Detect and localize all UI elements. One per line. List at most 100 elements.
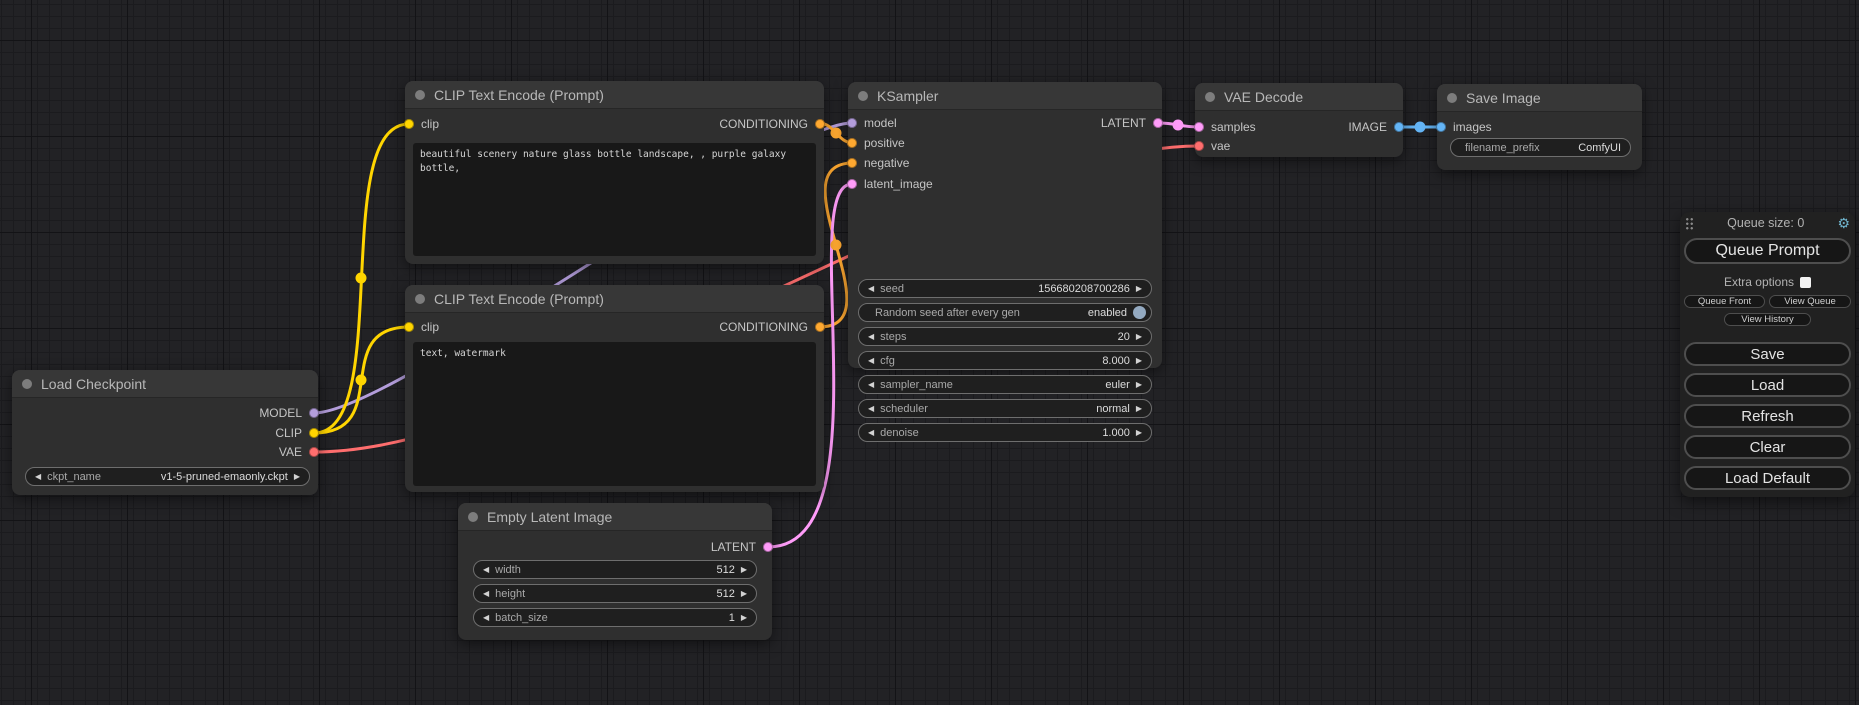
load-button[interactable]: Load xyxy=(1684,373,1851,397)
vae-input-port[interactable] xyxy=(1194,141,1204,151)
toggle-knob-icon[interactable] xyxy=(1133,306,1146,319)
collapse-dot-icon[interactable] xyxy=(415,90,425,100)
increment-arrow-icon[interactable]: ▶ xyxy=(741,566,747,574)
refresh-button[interactable]: Refresh xyxy=(1684,404,1851,428)
decrement-arrow-icon[interactable]: ◀ xyxy=(868,333,874,341)
collapse-dot-icon[interactable] xyxy=(1205,92,1215,102)
node-vae-decode[interactable]: VAE Decode samples vae IMAGE xyxy=(1195,83,1403,157)
widget-value: 8.000 xyxy=(1102,355,1130,367)
slot-label: vae xyxy=(1211,139,1230,153)
decrement-arrow-icon[interactable]: ◀ xyxy=(483,590,489,598)
output-slot-image: IMAGE xyxy=(1348,119,1404,135)
input-slot-latent-image: latent_image xyxy=(847,176,933,192)
widget-sampler-name[interactable]: ◀ sampler_name euler ▶ xyxy=(858,375,1152,394)
widget-scheduler[interactable]: ◀ scheduler normal ▶ xyxy=(858,399,1152,418)
model-output-port[interactable] xyxy=(309,408,319,418)
model-input-port[interactable] xyxy=(847,118,857,128)
widget-cfg[interactable]: ◀ cfg 8.000 ▶ xyxy=(858,351,1152,370)
prompt-textarea[interactable]: text, watermark xyxy=(413,342,816,486)
clear-button[interactable]: Clear xyxy=(1684,435,1851,459)
decrement-arrow-icon[interactable]: ◀ xyxy=(868,429,874,437)
increment-arrow-icon[interactable]: ▶ xyxy=(1136,429,1142,437)
node-header[interactable]: CLIP Text Encode (Prompt) xyxy=(405,81,824,109)
node-empty-latent-image[interactable]: Empty Latent Image LATENT ◀ width 512 ▶ … xyxy=(458,503,772,640)
latent-output-port[interactable] xyxy=(1153,118,1163,128)
node-ksampler[interactable]: KSampler model positive negative latent_… xyxy=(848,82,1162,368)
node-header[interactable]: Empty Latent Image xyxy=(458,503,772,531)
view-queue-button[interactable]: View Queue xyxy=(1769,295,1851,308)
extra-options-checkbox[interactable] xyxy=(1800,277,1811,288)
extra-options-label: Extra options xyxy=(1724,275,1794,289)
node-clip-text-encode-negative[interactable]: CLIP Text Encode (Prompt) clip CONDITION… xyxy=(405,285,824,492)
image-output-port[interactable] xyxy=(1394,122,1404,132)
widget-random-seed-toggle[interactable]: Random seed after every gen enabled xyxy=(858,303,1152,322)
increment-arrow-icon[interactable]: ▶ xyxy=(1136,405,1142,413)
widget-denoise[interactable]: ◀ denoise 1.000 ▶ xyxy=(858,423,1152,442)
widget-seed[interactable]: ◀ seed 156680208700286 ▶ xyxy=(858,279,1152,298)
collapse-dot-icon[interactable] xyxy=(1447,93,1457,103)
samples-input-port[interactable] xyxy=(1194,122,1204,132)
conditioning-output-port[interactable] xyxy=(815,322,825,332)
collapse-dot-icon[interactable] xyxy=(415,294,425,304)
clip-input-port[interactable] xyxy=(404,119,414,129)
node-header[interactable]: Save Image xyxy=(1437,84,1642,112)
widget-batch-size[interactable]: ◀ batch_size 1 ▶ xyxy=(473,608,757,627)
increment-arrow-icon[interactable]: ▶ xyxy=(1136,357,1142,365)
widget-ckpt-name[interactable]: ◀ ckpt_name v1-5-pruned-emaonly.ckpt ▶ xyxy=(25,467,310,486)
latent-output-port[interactable] xyxy=(763,542,773,552)
node-title: VAE Decode xyxy=(1224,89,1303,105)
node-clip-text-encode-positive[interactable]: CLIP Text Encode (Prompt) clip CONDITION… xyxy=(405,81,824,264)
images-input-port[interactable] xyxy=(1436,122,1446,132)
vae-output-port[interactable] xyxy=(309,447,319,457)
decrement-arrow-icon[interactable]: ◀ xyxy=(868,381,874,389)
gear-icon[interactable]: ⚙ xyxy=(1837,216,1850,230)
latent-image-input-port[interactable] xyxy=(847,179,857,189)
slot-label: positive xyxy=(864,136,905,150)
collapse-dot-icon[interactable] xyxy=(858,91,868,101)
clip-input-port[interactable] xyxy=(404,322,414,332)
widget-filename-prefix[interactable]: filename_prefix ComfyUI xyxy=(1450,138,1631,157)
widget-width[interactable]: ◀ width 512 ▶ xyxy=(473,560,757,579)
output-slot-model: MODEL xyxy=(259,405,319,421)
node-title: Load Checkpoint xyxy=(41,376,146,392)
positive-input-port[interactable] xyxy=(847,138,857,148)
node-title: CLIP Text Encode (Prompt) xyxy=(434,87,604,103)
conditioning-output-port[interactable] xyxy=(815,119,825,129)
decrement-arrow-icon[interactable]: ◀ xyxy=(483,614,489,622)
output-slot-conditioning: CONDITIONING xyxy=(719,116,825,132)
increment-arrow-icon[interactable]: ▶ xyxy=(1136,285,1142,293)
link-midpoint-dot xyxy=(356,375,367,386)
widget-value: 156680208700286 xyxy=(1038,283,1130,295)
prompt-textarea[interactable]: beautiful scenery nature glass bottle la… xyxy=(413,143,816,256)
decrement-arrow-icon[interactable]: ◀ xyxy=(868,285,874,293)
widget-steps[interactable]: ◀ steps 20 ▶ xyxy=(858,327,1152,346)
decrement-arrow-icon[interactable]: ◀ xyxy=(483,566,489,574)
clip-output-port[interactable] xyxy=(309,428,319,438)
collapse-dot-icon[interactable] xyxy=(468,512,478,522)
node-header[interactable]: Load Checkpoint xyxy=(12,370,318,398)
graph-canvas[interactable]: CLIP Text Encode (Prompt) clip CONDITION… xyxy=(0,0,1859,705)
increment-arrow-icon[interactable]: ▶ xyxy=(741,590,747,598)
collapse-dot-icon[interactable] xyxy=(22,379,32,389)
increment-arrow-icon[interactable]: ▶ xyxy=(1136,381,1142,389)
save-button[interactable]: Save xyxy=(1684,342,1851,366)
decrement-arrow-icon[interactable]: ◀ xyxy=(868,357,874,365)
node-header[interactable]: VAE Decode xyxy=(1195,83,1403,111)
load-default-button[interactable]: Load Default xyxy=(1684,466,1851,490)
view-history-button[interactable]: View History xyxy=(1724,313,1811,326)
increment-arrow-icon[interactable]: ▶ xyxy=(1136,333,1142,341)
node-header[interactable]: KSampler xyxy=(848,82,1162,110)
node-save-image[interactable]: Save Image images filename_prefix ComfyU… xyxy=(1437,84,1642,170)
increment-arrow-icon[interactable]: ▶ xyxy=(294,473,300,481)
negative-input-port[interactable] xyxy=(847,158,857,168)
queue-front-button[interactable]: Queue Front xyxy=(1684,295,1765,308)
decrement-arrow-icon[interactable]: ◀ xyxy=(35,473,41,481)
node-load-checkpoint[interactable]: Load Checkpoint MODEL CLIP VAE ◀ ckpt_na… xyxy=(12,370,318,495)
decrement-arrow-icon[interactable]: ◀ xyxy=(868,405,874,413)
drag-handle-icon[interactable] xyxy=(1685,217,1694,230)
widget-height[interactable]: ◀ height 512 ▶ xyxy=(473,584,757,603)
queue-prompt-button[interactable]: Queue Prompt xyxy=(1684,238,1851,264)
increment-arrow-icon[interactable]: ▶ xyxy=(741,614,747,622)
widget-label: sampler_name xyxy=(880,379,953,391)
node-header[interactable]: CLIP Text Encode (Prompt) xyxy=(405,285,824,313)
